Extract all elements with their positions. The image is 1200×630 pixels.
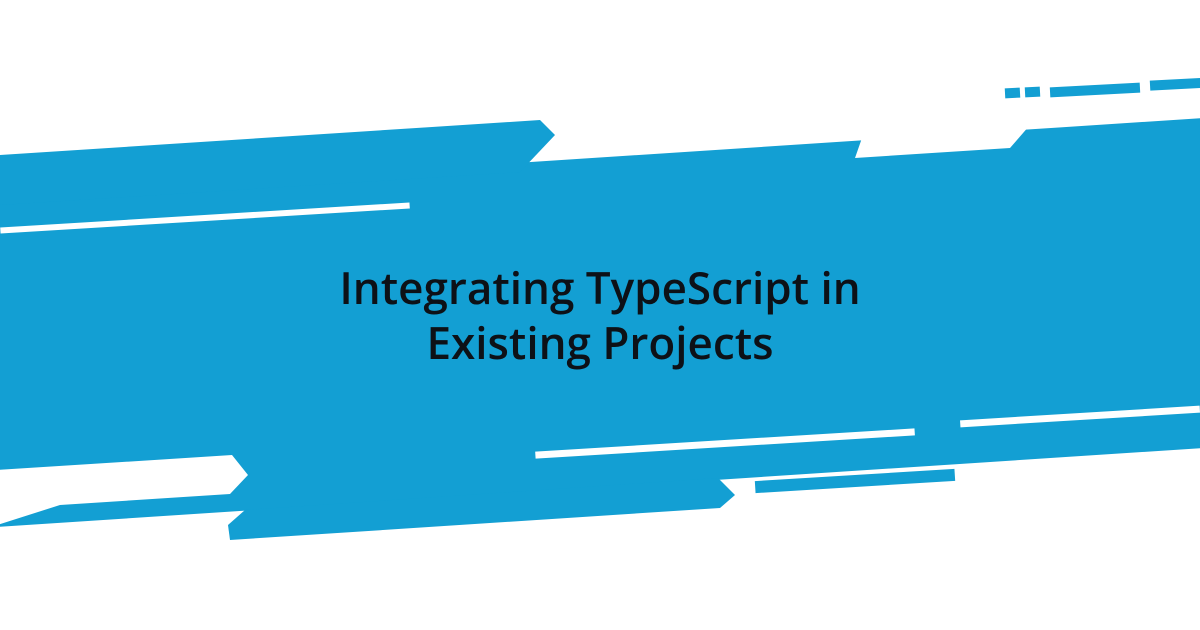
banner-graphic: Integrating TypeScript in Existing Proje…	[0, 0, 1200, 630]
title-line-2: Existing Projects	[426, 312, 773, 372]
title-line-1: Integrating TypeScript in	[339, 257, 860, 317]
banner-title: Integrating TypeScript in Existing Proje…	[200, 260, 1000, 370]
